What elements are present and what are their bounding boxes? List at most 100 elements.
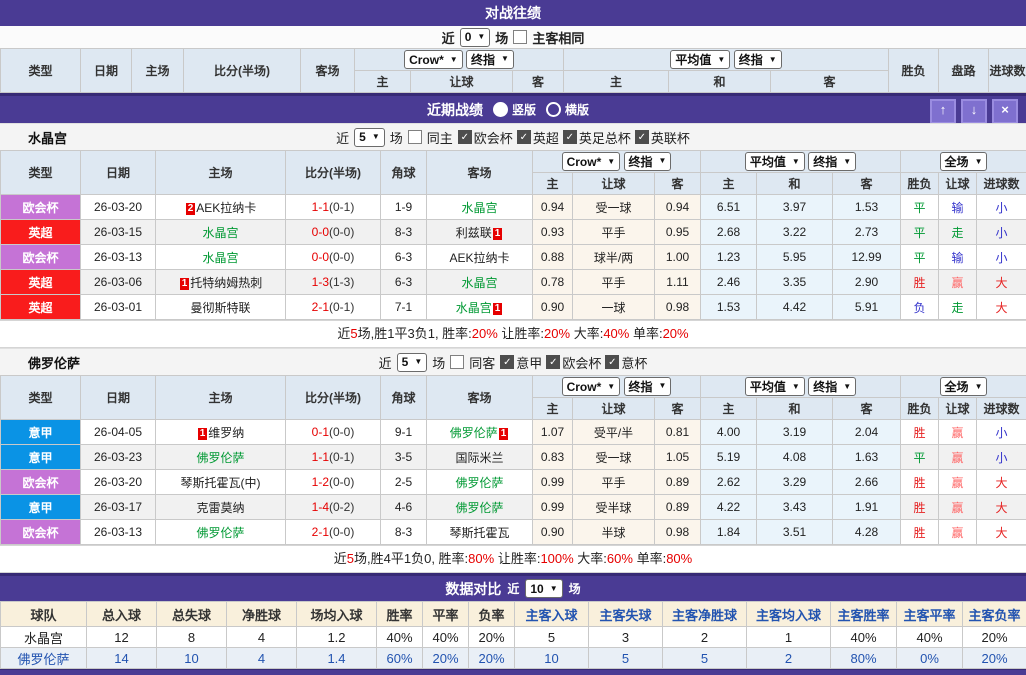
stat-cell: 5 [515,627,589,648]
average-odds-select[interactable]: 平均值▼ [670,50,730,69]
asian-odds-cell: 半球 [573,520,655,545]
team-name-text: 佛罗伦萨 [455,476,503,490]
asian-odds-cell: 0.89 [655,470,701,495]
final-odds-select[interactable]: 终指▼ [466,50,514,69]
competition-checkbox[interactable] [605,355,619,369]
stat-cell: 5 [589,648,663,669]
matches-unit-label: 场 [390,128,403,147]
goals-result-cell: 大 [977,270,1026,295]
date-header: 日期 [81,151,156,195]
data-compare-table: 球队总入球总失球净胜球场均入球胜率平率负率主客入球主客失球主客净胜球主客均入球主… [0,601,1026,669]
away-header: 客场 [427,376,533,420]
chevron-down-icon: ▼ [792,158,800,166]
handicap-result-cell: 输 [939,245,977,270]
asian-odds-cell: 0.99 [533,495,573,520]
matches-unit-label: 场 [432,353,445,372]
close-button[interactable]: × [992,99,1018,124]
competition-checkbox[interactable] [546,355,560,369]
competition-label: 意杯 [621,353,647,372]
team-match-count-select[interactable]: 5▼ [397,353,428,372]
competition-checkbox[interactable] [563,130,577,144]
chevron-down-icon: ▼ [843,158,851,166]
team-name-text: AEK拉纳卡 [449,251,509,265]
final-odds-select[interactable]: 终指▼ [624,152,672,171]
away-euro-header: 客 [833,398,901,420]
league-type-cell: 欧会杯 [1,470,81,495]
team-name-text: 水晶宫 [461,276,497,290]
same-venue-checkbox[interactable] [408,130,422,144]
result-cell: 平 [901,220,939,245]
matches-unit-label: 场 [495,28,508,47]
competition-checkbox-group: 欧会杯英超英足总杯英联杯 [458,128,690,147]
result-header: 胜负 [901,173,939,195]
away-odds-header: 客 [513,71,564,93]
full-time-score: 1-4 [312,500,329,514]
same-venue-checkbox[interactable] [450,355,464,369]
euro-odds-cell: 3.51 [757,520,833,545]
team-name-text: 琴斯托霍瓦 [449,526,509,540]
match-row: 欧会杯26-03-13佛罗伦萨2-1(0-0)8-3琴斯托霍瓦0.90半球0.9… [1,520,1026,545]
away-odds-header: 客 [655,173,701,195]
horizontal-layout-radio[interactable]: 横版 [546,101,589,118]
asian-odds-group-header: Crow*▼ 终指▼ [533,376,701,398]
average-odds-select[interactable]: 平均值▼ [745,377,805,396]
home-away-same-label: 主客相同 [532,28,584,47]
h2h-match-count-select[interactable]: 0▼ [460,28,491,47]
recent-matches-table: 类型 日期 主场 比分(半场) 角球 客场 Crow*▼ 终指▼ 平均值▼ 终指… [0,375,1026,545]
stat-cell: 2 [747,648,831,669]
full-time-score: 2-1 [312,525,329,539]
team-match-count-select[interactable]: 5▼ [354,128,385,147]
euro-odds-cell: 5.19 [701,445,757,470]
full-time-score: 1-2 [312,475,329,489]
stat-cell: 0% [897,648,963,669]
half-time-score: (0-1) [329,200,354,214]
stat-cell: 12 [87,627,157,648]
euro-odds-cell: 3.19 [757,420,833,445]
asian-odds-cell: 1.11 [655,270,701,295]
asian-odds-group-header: Crow*▼ 终指▼ [355,49,564,71]
goals-result-cell: 大 [977,520,1026,545]
full-match-select[interactable]: 全场▼ [940,152,988,171]
bookmaker-select[interactable]: Crow*▼ [562,377,621,396]
bookmaker-select[interactable]: Crow*▼ [404,50,463,69]
full-match-select[interactable]: 全场▼ [940,377,988,396]
compare-match-count-select[interactable]: 10▼ [525,579,562,598]
stat-cell: 20% [963,627,1026,648]
corner-cell: 9-1 [381,420,427,445]
handicap-result-cell: 赢 [939,495,977,520]
final-odds-select-2[interactable]: 终指▼ [734,50,782,69]
vertical-layout-radio[interactable]: 竖版 [493,101,536,118]
score-cell: 0-0(0-0) [286,220,381,245]
away-team-cell: 利兹联1 [427,220,533,245]
move-up-button[interactable]: ↑ [930,99,956,124]
away-team-cell: 水晶宫1 [427,295,533,320]
final-odds-select-2[interactable]: 终指▼ [808,377,856,396]
summary-segment: 让胜率: [494,551,540,566]
competition-filter: 意甲 [500,353,542,372]
date-cell: 26-03-06 [81,270,156,295]
asian-odds-cell: 受半球 [573,495,655,520]
average-odds-select[interactable]: 平均值▼ [745,152,805,171]
away-team-cell: 佛罗伦萨 [427,495,533,520]
competition-checkbox[interactable] [458,130,472,144]
competition-label: 英超 [533,128,559,147]
asian-odds-cell: 平手 [573,270,655,295]
home-odds-header: 主 [533,173,573,195]
home-away-same-checkbox[interactable] [513,30,527,44]
half-time-score: (0-2) [329,500,354,514]
final-odds-select[interactable]: 终指▼ [624,377,672,396]
move-down-button[interactable]: ↓ [961,99,987,124]
draw-header: 和 [669,71,771,93]
result-cell: 平 [901,445,939,470]
competition-filter: 欧会杯 [546,353,601,372]
team-name-text: 水晶宫 [202,251,238,265]
competition-checkbox[interactable] [500,355,514,369]
team-name-text: 佛罗伦萨 [455,501,503,515]
radio-unselected-icon [546,102,561,117]
competition-filter: 意杯 [605,353,647,372]
bookmaker-select[interactable]: Crow*▼ [562,152,621,171]
competition-checkbox[interactable] [635,130,649,144]
final-odds-select-2[interactable]: 终指▼ [808,152,856,171]
data-compare-title: 数据对比 [445,579,501,599]
competition-checkbox[interactable] [517,130,531,144]
